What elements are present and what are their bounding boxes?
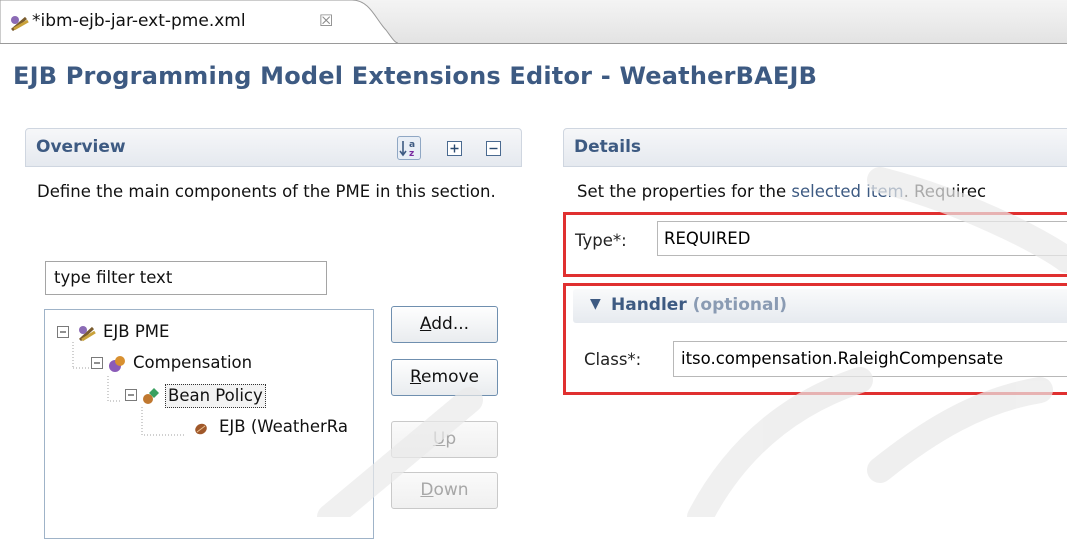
details-description-accent: selected item	[791, 182, 904, 201]
up-button-mnemonic: U	[432, 429, 446, 449]
remove-button-label: emove	[421, 367, 479, 387]
tree-node-label: EJB (WeatherRa	[219, 417, 348, 436]
add-button-label: dd...	[431, 314, 470, 334]
down-button[interactable]: Down	[391, 472, 498, 509]
overview-description: Define the main components of the PME in…	[37, 182, 496, 201]
up-button-label: p	[445, 429, 457, 449]
add-button-mnemonic: A	[419, 314, 432, 334]
tab-title: *ibm-ejb-jar-ext-pme.xml	[32, 11, 246, 31]
ejb-bean-icon	[195, 423, 207, 435]
sort-alphabetically-button[interactable]: a z	[397, 136, 421, 160]
tree-node-label: Compensation	[133, 353, 253, 372]
pme-tree: EJB PME Compensation Bean Policy EJB (We…	[44, 309, 374, 539]
details-description-prefix: Set the properties for the	[577, 182, 792, 201]
close-icon[interactable]: ☒	[319, 11, 333, 30]
details-description: Set the properties for the selected item…	[577, 179, 986, 204]
pme-file-icon	[11, 16, 29, 32]
details-section-header: Details	[563, 128, 1067, 167]
down-button-mnemonic: D	[420, 480, 434, 500]
details-header-label: Details	[574, 137, 642, 157]
collapse-all-icon[interactable]	[486, 141, 501, 156]
collapse-toggle-icon[interactable]	[57, 326, 69, 338]
add-button[interactable]: Add...	[391, 306, 498, 343]
tree-node-label: Bean Policy	[165, 384, 266, 408]
tree-node-label: EJB PME	[103, 322, 170, 341]
collapse-toggle-icon[interactable]	[125, 389, 137, 401]
up-button[interactable]: Up	[391, 421, 498, 458]
remove-button-mnemonic: R	[409, 367, 422, 387]
tree-filter-input[interactable]: type filter text	[45, 261, 327, 295]
remove-button[interactable]: Remove	[391, 359, 498, 396]
highlight-box-type	[563, 212, 1067, 277]
pme-icon	[78, 326, 96, 342]
collapse-toggle-icon[interactable]	[91, 357, 103, 369]
overview-header-label: Overview	[36, 137, 126, 157]
bean-policy-icon	[143, 388, 159, 404]
highlight-box-handler	[563, 283, 1067, 395]
svg-text:z: z	[409, 149, 414, 158]
editor-tab-strip: *ibm-ejb-jar-ext-pme.xml ☒	[0, 0, 1067, 44]
compensation-icon	[109, 356, 125, 372]
details-description-suffix: . Requirec	[903, 182, 987, 201]
down-button-label: own	[433, 480, 469, 500]
expand-all-icon[interactable]	[447, 141, 462, 156]
page-title: EJB Programming Model Extensions Editor …	[13, 62, 818, 90]
editor-tab[interactable]: *ibm-ejb-jar-ext-pme.xml ☒	[0, 0, 398, 44]
sort-az-icon: a z	[399, 140, 415, 158]
